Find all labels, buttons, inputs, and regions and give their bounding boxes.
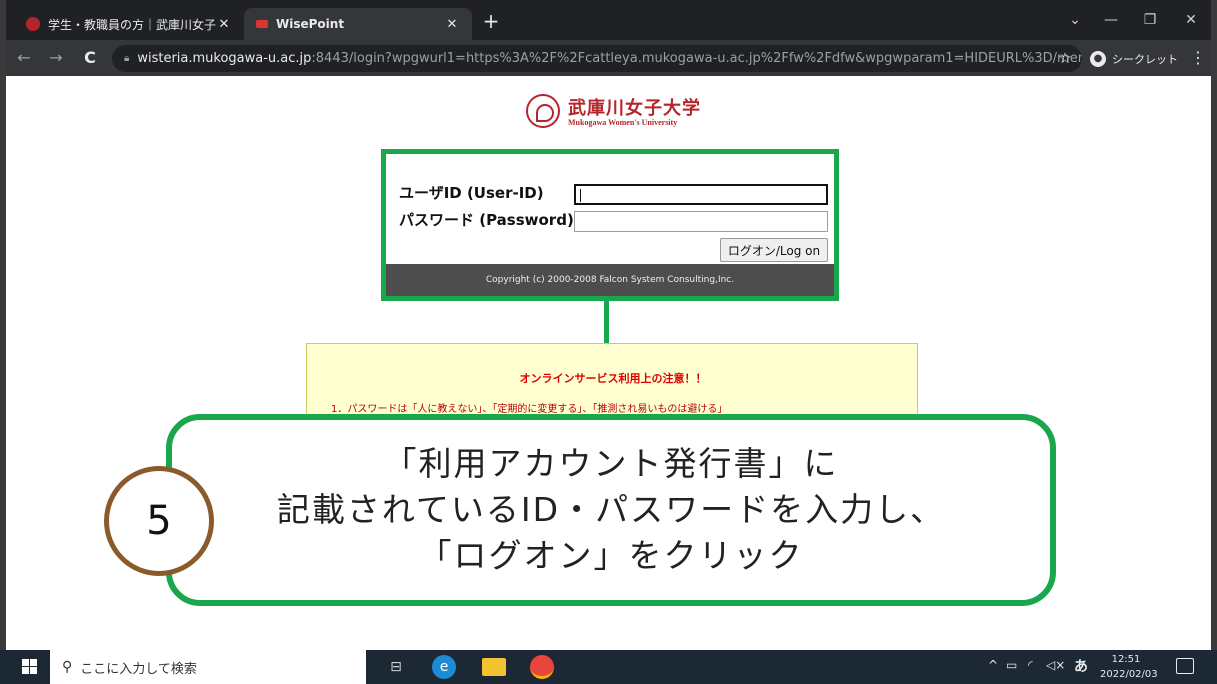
ime-indicator[interactable]: あ	[1074, 656, 1088, 676]
volume-muted-icon[interactable]: ◁×	[1046, 658, 1065, 672]
system-clock[interactable]: 12:51 2022/02/03	[1100, 652, 1158, 682]
notification-center-icon[interactable]	[1176, 658, 1194, 674]
clock-date: 2022/02/03	[1100, 669, 1158, 680]
search-icon: ⚲	[62, 659, 73, 675]
clock-time: 12:51	[1111, 654, 1141, 665]
windows-start-icon[interactable]	[10, 655, 46, 679]
edge-browser-icon[interactable]: e	[432, 655, 456, 679]
windows-taskbar: ⚲ ここに入力して検索 ⊟ e ^ ▭ ◜ ◁× あ 12:51 2022/02…	[0, 650, 1217, 684]
taskbar-search-box[interactable]: ⚲ ここに入力して検索	[50, 650, 366, 684]
chrome-icon[interactable]	[530, 655, 554, 679]
task-view-icon[interactable]: ⊟	[384, 655, 408, 679]
search-placeholder: ここに入力して検索	[80, 661, 197, 677]
wifi-icon[interactable]: ◜	[1028, 658, 1033, 672]
window-frame	[0, 0, 1217, 684]
battery-icon[interactable]: ▭	[1006, 658, 1017, 672]
show-hidden-icons-chevron-icon[interactable]: ^	[988, 658, 998, 672]
file-explorer-icon[interactable]	[482, 658, 506, 676]
